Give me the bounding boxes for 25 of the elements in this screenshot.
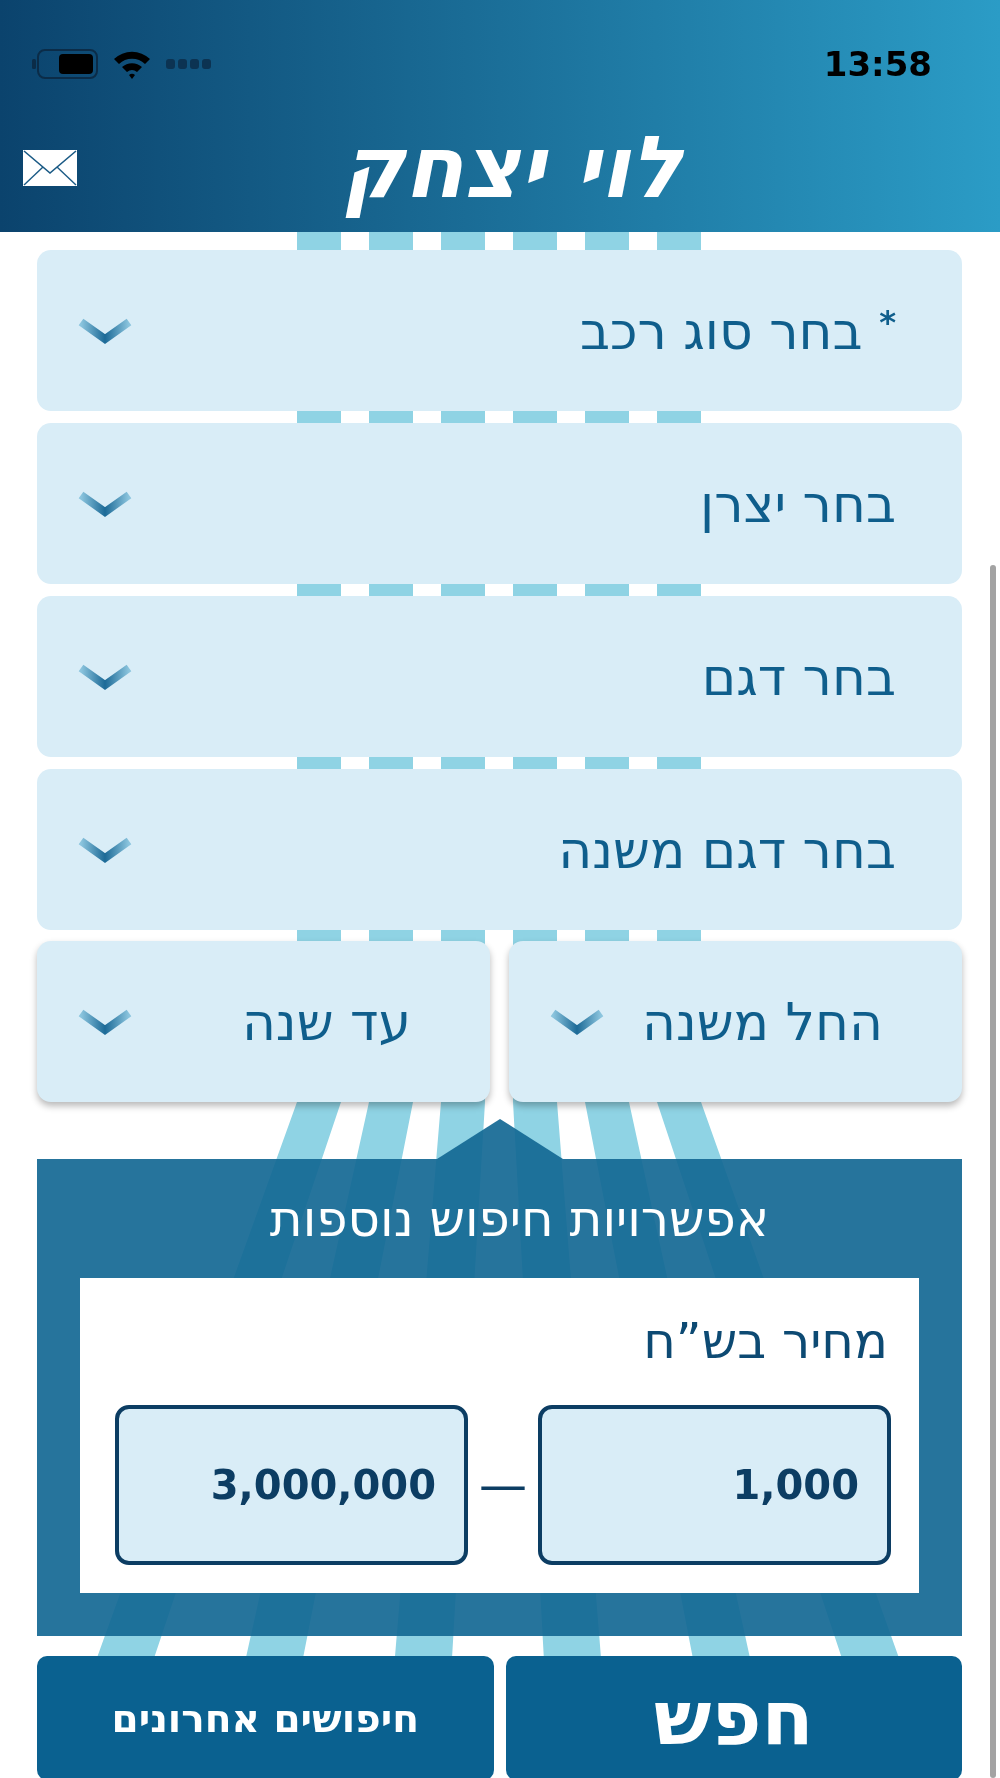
wifi-icon [112,49,152,79]
status-time: 13:58 [823,44,932,84]
select-dropdown[interactable]: $^{*}$ בחר סוג רכב [37,250,962,411]
panel-title: אפשרויות חיפוש נוספות [269,1189,770,1248]
recent-searches-button[interactable]: חיפושים אחרונים [37,1656,494,1778]
year-dropdown[interactable]: החל משנה [509,941,962,1102]
search-button[interactable]: חפש [505,1656,962,1778]
select-dropdown[interactable]: בחר יצרן [37,423,962,584]
chevron-down-icon [78,835,132,864]
max-price-field[interactable]: 3,000,000 [115,1405,468,1565]
signal-dots-icon [166,59,212,69]
chevron-down-icon [78,489,132,518]
price-label: מחיר בש”ח [643,1312,888,1370]
battery-icon [32,49,98,79]
chevron-down-icon [78,662,132,691]
chevron-down-icon [78,316,132,345]
min-price-field[interactable]: 1,000 [538,1405,891,1565]
year-dropdown[interactable]: עד שנה [37,941,490,1102]
chevron-down-icon [550,1007,604,1036]
mail-icon[interactable] [23,150,77,186]
chevron-down-icon [78,1007,132,1036]
app-logo: לוי יצחק [340,116,685,220]
range-separator: — [479,1461,527,1509]
select-dropdown[interactable]: בחר דגם [37,596,962,757]
select-dropdown[interactable]: בחר דגם משנה [37,769,962,930]
